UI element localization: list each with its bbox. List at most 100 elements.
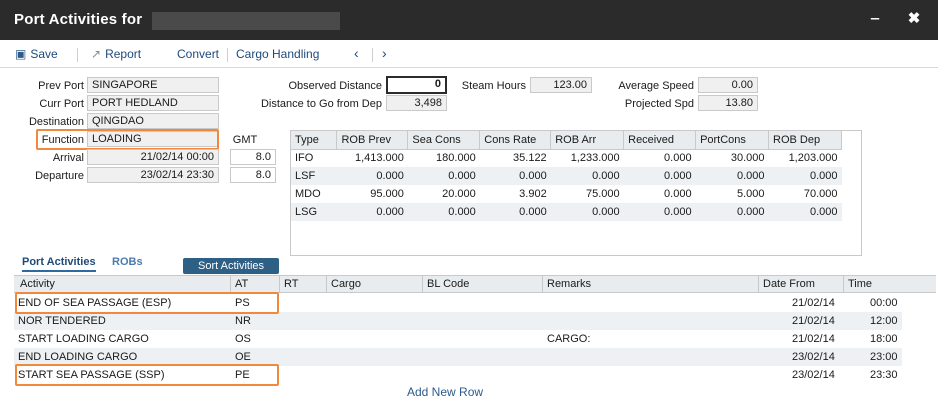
- fuel-cell: 5.000: [736, 188, 765, 200]
- activity-code: OE: [235, 351, 251, 363]
- arrival-label: Arrival: [52, 152, 84, 164]
- distance-to-go-field[interactable]: 3,498: [386, 95, 447, 111]
- minimize-icon: ‒: [870, 10, 880, 27]
- departure-field[interactable]: 23/02/14 23:30: [87, 167, 219, 183]
- arrival-field[interactable]: 21/02/14 00:00: [87, 149, 219, 165]
- fuel-cell: 0.000: [407, 203, 480, 221]
- activity-time: 23:00: [870, 351, 898, 363]
- column-divider: [843, 276, 844, 293]
- activity-date: 23/02/14: [792, 351, 835, 363]
- col-bl-code[interactable]: BL Code: [427, 278, 469, 290]
- fuel-cell: 0.000: [479, 167, 551, 185]
- tab-robs[interactable]: ROBs: [112, 256, 143, 268]
- fuel-row[interactable]: MDO 95.000 20.000 3.902 75.000 0.000 5.0…: [291, 185, 842, 203]
- function-label: Function: [41, 134, 84, 146]
- sort-activities-button[interactable]: Sort Activities: [183, 258, 279, 274]
- fuel-row[interactable]: LSF 0.000 0.000 0.000 0.000 0.000 0.000 …: [291, 167, 842, 185]
- col-time[interactable]: Time: [848, 278, 872, 290]
- column-divider: [326, 276, 327, 293]
- activity-name: START SEA PASSAGE (SSP): [18, 369, 165, 381]
- departure-gmt-field[interactable]: 8.0: [230, 167, 276, 183]
- cargo-handling-button[interactable]: Cargo Handling: [236, 47, 319, 61]
- activities-header-row: Activity AT RT Cargo BL Code Remarks Dat…: [14, 276, 936, 293]
- col-activity[interactable]: Activity: [20, 278, 55, 290]
- fuel-cell: 35.122: [513, 152, 547, 165]
- fuel-col-received[interactable]: Received: [623, 131, 697, 150]
- fuel-cell: 0.000: [550, 203, 624, 221]
- fuel-cell: LSF: [291, 167, 337, 185]
- activity-date: 21/02/14: [792, 333, 835, 345]
- average-speed-label: Average Speed: [618, 80, 694, 92]
- add-new-row-link[interactable]: Add New Row: [407, 385, 483, 399]
- destination-field[interactable]: QINGDAO: [87, 113, 219, 129]
- activity-row[interactable]: START LOADING CARGO OS CARGO: 21/02/14 1…: [14, 330, 902, 348]
- fuel-cell: 30.000: [730, 152, 765, 165]
- toolbar-divider: [372, 48, 373, 62]
- fuel-row[interactable]: LSG 0.000 0.000 0.000 0.000 0.000 0.000 …: [291, 203, 842, 221]
- next-button[interactable]: ›: [382, 45, 387, 61]
- chevron-right-icon: ›: [382, 45, 387, 61]
- tab-port-activities[interactable]: Port Activities: [22, 256, 96, 272]
- previous-button[interactable]: ‹: [354, 45, 359, 61]
- column-divider: [230, 276, 231, 293]
- toolbar: ▣ Save ↗ Report Convert Cargo Handling ‹ ›: [0, 40, 938, 68]
- activity-row[interactable]: END OF SEA PASSAGE (ESP) PS 21/02/14 00:…: [14, 294, 902, 312]
- fuel-rob-table: Type ROB Prev Sea Cons Cons Rate ROB Arr…: [290, 130, 862, 256]
- fuel-col-type[interactable]: Type: [291, 131, 338, 150]
- fuel-cell: IFO: [295, 152, 314, 165]
- fuel-cell: 180.000: [436, 152, 476, 165]
- activity-name: START LOADING CARGO: [18, 333, 149, 345]
- col-rt[interactable]: RT: [284, 278, 298, 290]
- fuel-cell: 0.000: [695, 203, 769, 221]
- activity-code: PE: [235, 369, 250, 381]
- fuel-cell: LSG: [291, 203, 337, 221]
- average-speed-field[interactable]: 0.00: [698, 77, 758, 93]
- fuel-col-rob-arr[interactable]: ROB Arr: [550, 131, 625, 150]
- col-remarks[interactable]: Remarks: [547, 278, 591, 290]
- fuel-col-portcons[interactable]: PortCons: [695, 131, 769, 150]
- prev-port-field[interactable]: SINGAPORE: [87, 77, 219, 93]
- minimize-button[interactable]: ‒: [865, 9, 885, 29]
- activity-time: 23:30: [870, 369, 898, 381]
- fuel-col-rob-dep[interactable]: ROB Dep: [768, 131, 842, 150]
- activity-row[interactable]: NOR TENDERED NR 21/02/14 12:00: [14, 312, 902, 330]
- window-title: Port Activities for: [14, 11, 143, 28]
- distance-to-go-label: Distance to Go from Dep: [260, 98, 382, 110]
- arrival-gmt-field[interactable]: 8.0: [230, 149, 276, 165]
- title-bar: Port Activities for ‒ ✖: [0, 0, 938, 40]
- convert-button[interactable]: Convert: [177, 47, 219, 61]
- function-field[interactable]: LOADING: [87, 131, 219, 147]
- activity-time: 00:00: [870, 297, 898, 309]
- col-date-from[interactable]: Date From: [763, 278, 815, 290]
- fuel-col-cons-rate[interactable]: Cons Rate: [479, 131, 552, 150]
- fuel-header-row: Type ROB Prev Sea Cons Cons Rate ROB Arr…: [291, 131, 842, 150]
- fuel-row[interactable]: IFO 1,413.000 180.000 35.122 1,233.000 0…: [291, 149, 842, 167]
- activity-code: PS: [235, 297, 250, 309]
- destination-label: Destination: [28, 116, 84, 128]
- activity-date: 23/02/14: [792, 369, 835, 381]
- close-button[interactable]: ✖: [904, 9, 924, 29]
- gmt-label: GMT: [232, 134, 258, 146]
- fuel-cell: 0.000: [695, 167, 769, 185]
- activity-row[interactable]: END LOADING CARGO OE 23/02/14 23:00: [14, 348, 902, 366]
- fuel-cell: 0.000: [336, 203, 408, 221]
- activity-name: END LOADING CARGO: [18, 351, 138, 363]
- report-button[interactable]: ↗ Report: [91, 47, 141, 61]
- steam-hours-field[interactable]: 123.00: [530, 77, 592, 93]
- fuel-cell: 0.000: [550, 167, 624, 185]
- convert-label: Convert: [177, 47, 220, 61]
- activity-row[interactable]: START SEA PASSAGE (SSP) PE 23/02/14 23:3…: [14, 366, 902, 384]
- projected-speed-field[interactable]: 13.80: [698, 95, 758, 111]
- fuel-cell: 0.000: [664, 152, 692, 165]
- col-cargo[interactable]: Cargo: [331, 278, 361, 290]
- col-at[interactable]: AT: [235, 278, 248, 290]
- fuel-cell: 20.000: [442, 188, 476, 200]
- curr-port-field[interactable]: PORT HEDLAND: [87, 95, 219, 111]
- fuel-col-sea-cons[interactable]: Sea Cons: [407, 131, 481, 150]
- fuel-col-rob-prev[interactable]: ROB Prev: [336, 131, 409, 150]
- column-divider: [542, 276, 543, 293]
- fuel-cell: 0.000: [479, 203, 551, 221]
- observed-distance-field[interactable]: 0: [386, 76, 447, 94]
- save-button[interactable]: ▣ Save: [15, 47, 58, 61]
- activity-time: 12:00: [870, 315, 898, 327]
